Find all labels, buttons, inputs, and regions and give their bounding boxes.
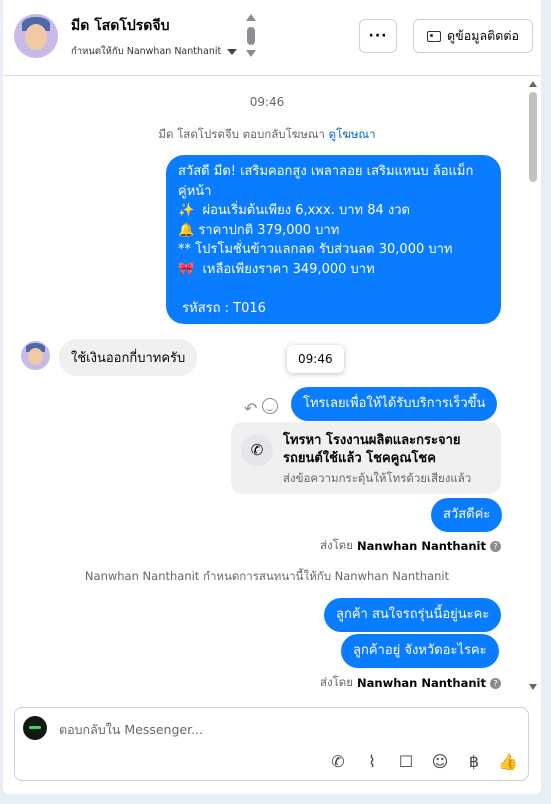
call-card-title: โทรหา โรงงานผลิตและกระจาย รถยนต์ใช้แล้ว …	[283, 433, 461, 466]
phone-icon: ✆	[241, 434, 273, 466]
baht-icon[interactable]: ฿	[464, 752, 484, 771]
sent-by-label-2: ส่งโดย Nanwhan Nanthanit ?	[320, 674, 501, 692]
attach-icon[interactable]: ⌇	[362, 752, 382, 771]
question-bubble-1: ลูกค้า สนใจรถรุ่นนี้อยู่นะคะ	[324, 598, 502, 632]
scroll-thumb[interactable]	[529, 92, 537, 182]
sent-by-name: Nanwhan Nanthanit	[357, 539, 486, 553]
reply-icon[interactable]: ↶	[244, 399, 257, 418]
sent-by-label: ส่งโดย Nanwhan Nanthanit ?	[320, 537, 501, 555]
greeting-bubble: สวัสดีค่ะ	[431, 498, 503, 532]
help-icon[interactable]: ?	[490, 540, 501, 552]
saved-reply-icon[interactable]: ☐	[396, 752, 416, 771]
question-bubble-2: ลูกค้าอยู่ จังหวัดอะไรคะ	[341, 634, 499, 668]
scroll-down-icon[interactable]	[529, 684, 537, 690]
message-composer: ✆ ⌇ ☐ ☺ ฿ 👍	[14, 707, 529, 781]
call-request-card[interactable]: ✆ โทรหา โรงงานผลิตและกระจาย รถยนต์ใช้แล้…	[231, 422, 501, 494]
ad-reply-notice: มีด โสดโปรดจีบ ตอบกลับโฆษณา ดูโฆษณา	[3, 126, 531, 144]
nav-handle	[247, 27, 255, 45]
contact-avatar[interactable]	[14, 14, 58, 58]
caret-down-icon	[227, 48, 238, 55]
reply-input[interactable]	[59, 718, 499, 740]
page-logo-icon	[23, 716, 47, 740]
nav-down-icon[interactable]	[246, 50, 256, 57]
call-card-subtitle: ส่งข้อความกระตุ้นให้โทรด้วยเสียงแล้ว	[283, 471, 472, 485]
nav-up-icon[interactable]	[246, 14, 256, 21]
customer-avatar[interactable]	[21, 341, 50, 370]
conversation-panel: มีด โสดโปรดจีบ กำหนดให้กับ Nanwhan Nanth…	[3, 0, 541, 794]
ad-reply-text: มีด โสดโปรดจีบ ตอบกลับโฆษณา	[158, 127, 326, 141]
react-emoji-icon[interactable]	[262, 398, 278, 414]
help-icon-2[interactable]: ?	[490, 677, 501, 689]
composer-toolbar: ✆ ⌇ ☐ ☺ ฿ 👍	[328, 752, 518, 771]
thread-timestamp: 09:46	[249, 95, 285, 109]
assignment-note: Nanwhan Nanthanit กำหนดการสนทนานี้ให้กับ…	[84, 569, 450, 583]
assignee-dropdown[interactable]: กำหนดให้กับ Nanwhan Nanthanit	[71, 44, 238, 59]
scroll-up-icon[interactable]	[529, 81, 537, 87]
like-icon[interactable]: 👍	[498, 752, 518, 771]
more-options-button[interactable]: ···	[359, 19, 397, 53]
sent-by-prefix: ส่งโดย	[319, 538, 354, 552]
thread-scrollbar[interactable]	[527, 77, 539, 695]
message-thread: 09:46 มีด โสดโปรดจีบ ตอบกลับโฆษณา ดูโฆษณ…	[3, 77, 541, 695]
assignee-label: กำหนดให้กับ Nanwhan Nanthanit	[71, 46, 222, 57]
view-ad-link[interactable]: ดูโฆษณา	[329, 127, 376, 141]
emoji-icon[interactable]: ☺	[430, 752, 450, 771]
sent-by-prefix-2: ส่งโดย	[319, 675, 354, 689]
sent-by-name-2: Nanwhan Nanthanit	[357, 676, 486, 690]
conversation-header: มีด โสดโปรดจีบ กำหนดให้กับ Nanwhan Nanth…	[3, 0, 541, 76]
call-cta-bubble: โทรเลยเพื่อให้ได้รับบริการเร็วขึ้น	[291, 387, 498, 421]
customer-message-bubble: ใช้เงินออกกี่บาทครับ	[59, 339, 198, 376]
conversation-nav[interactable]	[245, 14, 257, 62]
view-contact-label: ดูข้อมูลติดต่อ	[447, 28, 519, 43]
phone-plus-icon[interactable]: ✆	[328, 752, 348, 771]
view-contact-button[interactable]: ดูข้อมูลติดต่อ	[413, 19, 533, 53]
time-tooltip: 09:46	[287, 345, 344, 373]
ad-message-bubble: สวัสดี มีด! เสริมคอกสูง เพลาลอย เสริมแหน…	[166, 155, 501, 324]
contact-name[interactable]: มีด โสดโปรดจีบ	[71, 15, 169, 37]
contact-card-icon	[427, 30, 442, 42]
